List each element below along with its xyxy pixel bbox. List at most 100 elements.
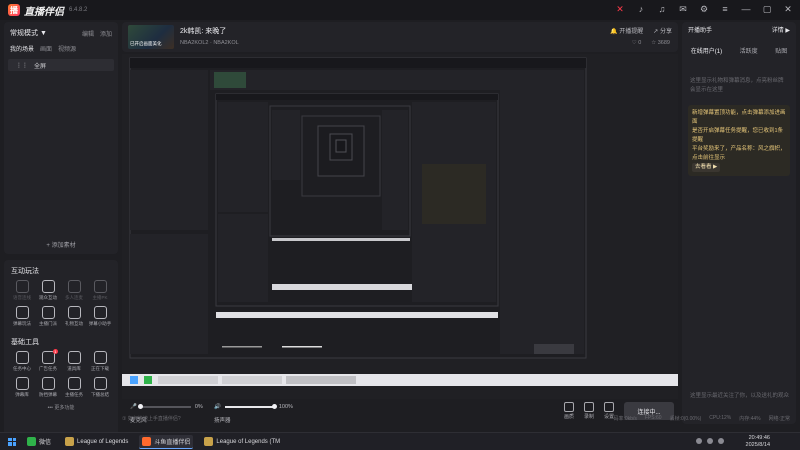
bitrate-stat: 码率:0kb/s <box>613 415 637 422</box>
tab-screen[interactable]: 画面 <box>40 44 52 53</box>
mail-icon[interactable]: ✉ <box>677 3 689 15</box>
mic-control: 🎤 0% <box>130 404 203 410</box>
shield-icon <box>41 280 55 293</box>
danmaku-title: 开播助手 <box>688 27 713 34</box>
tool-gift-interact[interactable]: 礼物互动 <box>61 306 87 327</box>
interactive-title: 互动玩法 <box>11 268 39 275</box>
ad-icon: 1 <box>41 349 58 364</box>
scene-item-label: 全屏 <box>34 63 47 70</box>
share-button[interactable]: ↗ 分享 <box>653 26 672 35</box>
app-logo: 播 直播伴侣 6.4.8.2 <box>8 3 87 18</box>
tool-danmaku-library[interactable]: 弹幕库 <box>9 377 35 398</box>
tool-ad-task[interactable]: 1 广告任务 <box>35 349 61 372</box>
task-icon <box>15 351 29 364</box>
tool-downloading[interactable]: 正在下载 <box>87 351 113 372</box>
tip-line: 平台奖励来了，产品名称：风之旗帜，点击前往显示 <box>692 146 786 161</box>
scene-item-fullscreen[interactable]: ⋮⋮ 全屏 <box>8 59 114 71</box>
mic-icon[interactable]: 🎤 <box>130 404 137 410</box>
fire-icon: ☆ <box>651 40 657 46</box>
fps-stat: FPS:60 <box>644 414 662 421</box>
tool-anchor-task[interactable]: 主播任务 <box>61 377 87 398</box>
danmaku-icon <box>15 306 29 319</box>
more-functions-button[interactable]: ••• 更多功能 <box>9 404 113 411</box>
douyu-icon <box>142 436 152 446</box>
tab-stickers[interactable]: 贴图 <box>775 46 787 55</box>
danmaku-panel: 开播助手 详情 ▶ 在线用户(1) 活跃度 贴图 这里显示礼物和弹幕消息，点亮粉… <box>682 22 796 424</box>
tray-icon[interactable] <box>707 438 713 444</box>
room-cover[interactable]: 已开启画面美化 <box>128 25 174 49</box>
tip-line: 是否开启弹幕任务提醒，您已收到1条提醒 <box>692 128 784 143</box>
app-title: 直播伴侣 <box>24 6 64 18</box>
x-brand-icon[interactable]: ✕ <box>614 3 626 15</box>
notification-icon[interactable]: ♪ <box>635 3 647 15</box>
add-button[interactable]: 添加 <box>100 29 112 38</box>
tool-stream-summary[interactable]: 下播总结 <box>87 377 113 398</box>
tray-icon[interactable] <box>696 438 702 444</box>
tool-task-center[interactable]: 任务中心 <box>9 351 35 372</box>
tool-anchor-pk[interactable]: 主播PK <box>87 280 113 301</box>
system-tray <box>696 438 724 444</box>
settings-icon[interactable]: ⚙ <box>698 3 710 15</box>
mic-slider[interactable] <box>138 404 191 409</box>
help-link[interactable]: ① 如何快速上手直播伴侣? <box>122 415 181 422</box>
tab-my-scenes[interactable]: 我的场景 <box>10 44 34 53</box>
tip-line: 新增弹幕置顶功能，点击弹幕添加进画面 <box>692 110 786 125</box>
tool-anchor-clan[interactable]: 主播门派 <box>35 306 61 327</box>
stream-reminder-button[interactable]: 🔔 开播提醒 <box>610 26 643 35</box>
record-icon <box>583 402 594 412</box>
summary-icon <box>93 377 107 390</box>
speaker-control: 🔊 100% <box>214 404 293 410</box>
tip-go-button[interactable]: 去看看 ▶ <box>692 163 721 172</box>
headset-icon[interactable]: ♫ <box>656 3 668 15</box>
taskbar-app-lol[interactable]: League of Legends <box>62 435 131 449</box>
speaker-slider[interactable] <box>224 404 278 409</box>
share-icon: ↗ <box>653 29 659 35</box>
tool-audience-interact[interactable]: 观众互动 <box>35 280 61 301</box>
danmaku-detail-link[interactable]: 详情 ▶ <box>772 25 790 34</box>
scene-panel: 常规模式 ▼ 编辑 添加 我的场景 画面 视频源 ⋮⋮ 全屏 + 添加素材 <box>4 22 118 254</box>
tool-anti-block[interactable]: 防挡弹幕 <box>35 377 61 398</box>
left-panel: 常规模式 ▼ 编辑 添加 我的场景 画面 视频源 ⋮⋮ 全屏 + 添加素材 互动… <box>4 22 118 446</box>
taskbar-app-lol-tm[interactable]: League of Legends (TM <box>201 435 283 449</box>
download-icon <box>93 351 107 364</box>
like-count: ♡ 0 <box>631 40 642 46</box>
room-category[interactable]: NBA2KOL2 · NBA2KOL <box>180 40 239 46</box>
stream-preview[interactable] <box>122 54 678 399</box>
speaker-icon[interactable]: 🔊 <box>214 404 221 410</box>
dropframe-stat: 丢帧:0(0.00%) <box>669 415 702 422</box>
gift-icon <box>67 306 81 319</box>
people-icon <box>67 280 81 293</box>
mic-icon <box>15 280 29 293</box>
basic-title: 基础工具 <box>11 339 39 346</box>
tool-multi-mic[interactable]: 多人连麦 <box>61 280 87 301</box>
system-clock[interactable]: 20:49:46 2025/8/14 <box>746 435 770 449</box>
mode-select[interactable]: 常规模式 ▼ <box>10 28 47 38</box>
tool-danmaku-assistant[interactable]: 弹幕小助手 <box>87 306 113 327</box>
windows-start-icon[interactable] <box>8 437 16 446</box>
room-title[interactable]: 2k韩凯: 来晚了 <box>180 26 226 36</box>
taskbar-app-wechat[interactable]: 微信 <box>24 435 54 449</box>
clock-date: 2025/8/14 <box>745 442 770 448</box>
minimize-icon[interactable]: — <box>740 3 752 15</box>
tab-activity[interactable]: 活跃度 <box>740 46 758 55</box>
app-version: 6.4.8.2 <box>69 7 88 13</box>
app-window: 播 直播伴侣 6.4.8.2 ✕ ♪ ♫ ✉ ⚙ ≡ — ▢ ✕ 常规模式 ▼ … <box>0 0 800 446</box>
tab-video-source[interactable]: 视频源 <box>58 44 76 53</box>
tool-prop-library[interactable]: 道具库 <box>61 351 87 372</box>
scene-tabs: 我的场景 画面 视频源 <box>4 38 118 53</box>
titlebar-controls: ✕ ♪ ♫ ✉ ⚙ ≡ — ▢ ✕ <box>614 3 794 15</box>
danmaku-header: 开播助手 详情 ▶ <box>682 22 796 36</box>
add-source-button[interactable]: + 添加素材 <box>4 240 118 249</box>
tray-icon[interactable] <box>718 438 724 444</box>
gear-icon <box>603 402 614 412</box>
tool-danmaku-play[interactable]: 弹幕玩法 <box>9 306 35 327</box>
edit-button[interactable]: 编辑 <box>82 29 94 38</box>
menu-icon[interactable]: ≡ <box>719 3 731 15</box>
tools-panel: 互动玩法 语音连线 观众互动 多人连麦 主播PK 弹幕玩法 主播门派 礼物互动 … <box>4 260 118 446</box>
tab-online-users[interactable]: 在线用户(1) <box>691 46 722 55</box>
maximize-icon[interactable]: ▢ <box>761 3 773 15</box>
close-icon[interactable]: ✕ <box>782 3 794 15</box>
wechat-icon <box>27 437 36 446</box>
tool-voice-link[interactable]: 语音连线 <box>9 280 35 301</box>
taskbar-app-douyu[interactable]: 斗鱼直播伴侣 <box>139 434 194 449</box>
